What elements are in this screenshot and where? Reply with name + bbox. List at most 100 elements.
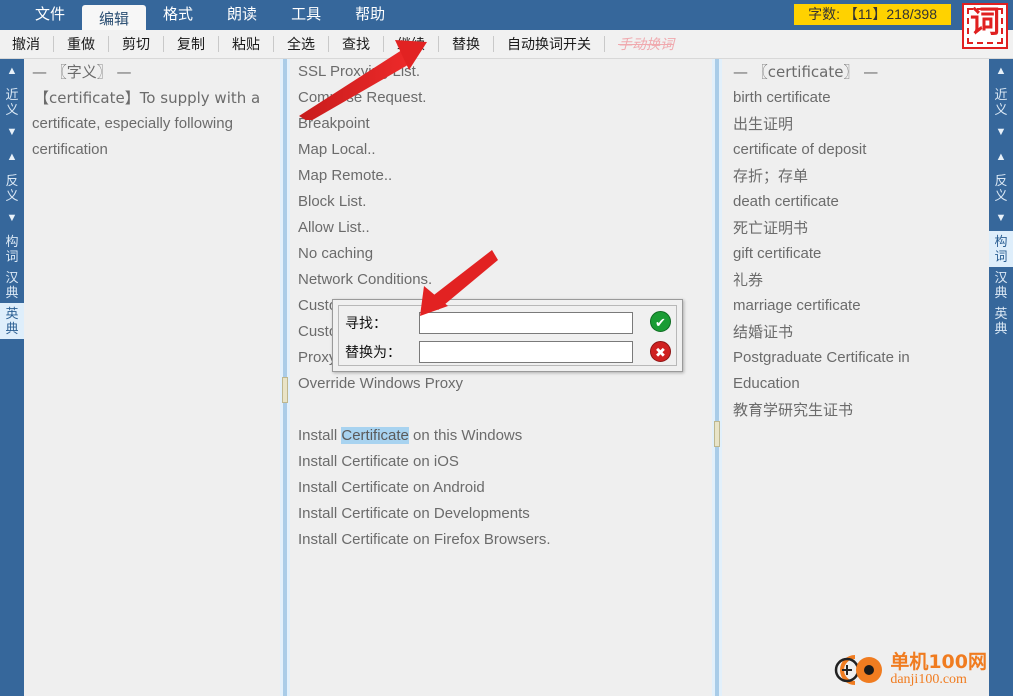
rail-char: 构 [5, 234, 19, 249]
rail-left-down-arrow-icon-5[interactable]: ▼ [0, 206, 24, 231]
rail-left-down-arrow-icon-2[interactable]: ▼ [0, 120, 24, 145]
editor-line-3: Map Local.. [298, 141, 376, 158]
phrase-line-5: death certificate [733, 193, 839, 210]
rail-right-item-8[interactable]: 英典 [989, 303, 1013, 339]
editor-line-17: Install Certificate on Developments [298, 505, 530, 522]
rail-char: 典 [5, 285, 19, 300]
rail-char: 英 [5, 306, 19, 321]
phrase-line-8: 礼券 [733, 271, 764, 289]
word-count-badge: 字数: 【11】218/398 [794, 4, 951, 25]
rail-char: 典 [994, 285, 1008, 300]
phrase-line-3: certificate of deposit [733, 141, 867, 158]
splitter-grip[interactable] [714, 421, 720, 447]
replace-label: 替换为： [345, 345, 401, 361]
rail-right-item-6[interactable]: 构词 [989, 231, 1013, 267]
editor-line-4: Map Remote.. [298, 167, 393, 184]
watermark-line-1: 单机100网 [890, 651, 987, 673]
toolbar-button-1[interactable]: 重做 [54, 30, 108, 58]
menu-tab-4[interactable]: 工具 [274, 0, 338, 30]
rail-left-item-1[interactable]: 近义 [0, 84, 24, 120]
menu-tab-1[interactable]: 编辑 [82, 5, 147, 30]
splitter-right[interactable] [712, 59, 722, 696]
definition-line-2: certificate, especially following [32, 115, 233, 132]
editor-line-1: Compose Request. [298, 89, 427, 106]
phrases-panel: — 〖certificate〗 — birth certificate 出生证明 ce… [723, 59, 989, 696]
rail-left-item-4[interactable]: 反义 [0, 170, 24, 206]
editor-line-7: No caching [298, 245, 374, 262]
splitter-left[interactable] [280, 59, 290, 696]
rail-char: 词 [5, 249, 19, 264]
seal-glyph: 词 [970, 5, 1000, 40]
left-side-rail: ▲ 近义 ▼ ▲ 反义 ▼ 构词汉典英典 [0, 59, 24, 696]
watermark-line-2: danji100.com [890, 672, 967, 687]
rail-left-item-8[interactable]: 英典 [0, 303, 24, 339]
confirm-button[interactable]: ✔ [650, 311, 671, 332]
editor-line-0: SSL Proxying List. [298, 63, 420, 80]
rail-right-item-7[interactable]: 汉典 [989, 267, 1013, 303]
menu-tab-2[interactable]: 格式 [146, 0, 210, 30]
rail-left-up-arrow-icon-0[interactable]: ▲ [0, 59, 24, 84]
toolbar-button-3[interactable]: 复制 [164, 30, 218, 58]
replace-input[interactable] [419, 341, 633, 363]
site-watermark: 单机100网 danji100.com [829, 648, 987, 692]
rail-char: 英 [994, 306, 1008, 321]
rail-left-item-6[interactable]: 构词 [0, 231, 24, 267]
phrase-line-1: birth certificate [733, 89, 831, 106]
menu-tab-3[interactable]: 朗读 [210, 0, 274, 30]
phrase-line-4: 存折；存单 [733, 167, 809, 185]
toolbar-button-9[interactable]: 自动换词开关 [494, 30, 604, 58]
toolbar-button-5[interactable]: 全选 [274, 30, 328, 58]
rail-char: 词 [994, 249, 1008, 264]
phrase-line-0: — 〖certificate〗 — [733, 63, 879, 81]
phrase-line-9: marriage certificate [733, 297, 861, 314]
menu-bar: 文件 编辑 格式 朗读 工具 帮助 字数: 【11】218/398 词 [0, 0, 1013, 49]
phrase-line-12: Education [733, 375, 800, 392]
editor-blank-line [290, 397, 704, 423]
phrase-line-6: 死亡证明书 [733, 219, 809, 237]
rail-right-item-4[interactable]: 反义 [989, 170, 1013, 206]
definition-line-3: certification [32, 141, 108, 158]
find-label: 寻找： [345, 316, 387, 332]
toolbar-button-8[interactable]: 替换 [439, 30, 493, 58]
watermark-text: 单机100网 danji100.com [890, 652, 987, 688]
dialog-frame: 寻找： 替换为： [338, 305, 677, 366]
cancel-button[interactable]: ✖ [650, 341, 671, 362]
find-replace-dialog: 寻找： 替换为： ✔ ✖ [332, 299, 683, 372]
rail-right-down-arrow-icon-5[interactable]: ▼ [989, 206, 1013, 231]
splitter-bar [715, 59, 719, 696]
editor-line-16: Install Certificate on Android [298, 479, 485, 496]
rail-char: 反 [994, 173, 1008, 188]
selected-text: Certificate [341, 427, 409, 444]
definition-line-1: 【certificate】To supply with a [34, 89, 261, 107]
rail-left-item-7[interactable]: 汉典 [0, 267, 24, 303]
toolbar-button-7[interactable]: 继续 [384, 30, 438, 58]
right-side-rail: ▲ 近义 ▼ ▲ 反义 ▼ 构词汉典英典 [989, 59, 1013, 696]
menu-tab-0[interactable]: 文件 [18, 0, 82, 30]
rail-right-item-1[interactable]: 近义 [989, 84, 1013, 120]
rail-char: 义 [5, 102, 19, 117]
toolbar-button-2[interactable]: 剪切 [109, 30, 163, 58]
toolbar-button-0[interactable]: 撤消 [0, 30, 53, 58]
toolbar-button-4[interactable]: 粘贴 [219, 30, 273, 58]
rail-right-up-arrow-icon-3[interactable]: ▲ [989, 145, 1013, 170]
rail-right-down-arrow-icon-2[interactable]: ▼ [989, 120, 1013, 145]
splitter-grip[interactable] [282, 377, 288, 403]
editor-line-5: Block List. [298, 193, 367, 210]
rail-char: 义 [994, 188, 1008, 203]
rail-char: 反 [5, 173, 19, 188]
toolbar-button-10: 手动换词 [618, 36, 674, 52]
rail-char: 近 [994, 87, 1008, 102]
rail-left-up-arrow-icon-3[interactable]: ▲ [0, 145, 24, 170]
editor-text-panel[interactable]: SSL Proxying List. Compose Request. Breakp… [290, 59, 704, 696]
editor-line-12: Override Windows Proxy [298, 375, 464, 392]
editor-line-14: Install Certificate on this Windows [298, 427, 523, 444]
phrase-line-10: 结婚证书 [733, 323, 794, 341]
editor-line-8: Network Conditions. [298, 271, 433, 288]
find-input[interactable] [419, 312, 633, 334]
rail-char: 汉 [5, 270, 19, 285]
menu-tab-5[interactable]: 帮助 [338, 0, 402, 30]
toolbar-button-6[interactable]: 查找 [329, 30, 383, 58]
rail-char: 典 [994, 321, 1008, 336]
app-seal-logo: 词 [962, 3, 1008, 49]
rail-right-up-arrow-icon-0[interactable]: ▲ [989, 59, 1013, 84]
